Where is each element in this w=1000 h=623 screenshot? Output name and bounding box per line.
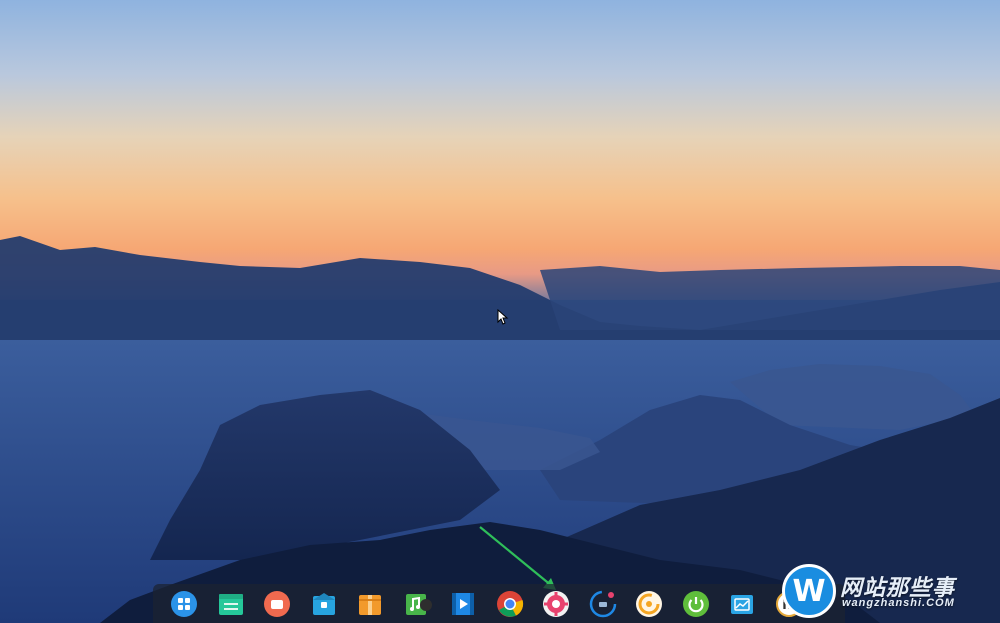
watermark-badge: W bbox=[782, 564, 836, 618]
dock-item-archive-manager[interactable] bbox=[347, 584, 394, 623]
dock-item-screen-recorder[interactable] bbox=[254, 584, 301, 623]
desktop: i9 W 网站那些事 wangzhanshi.COM bbox=[0, 0, 1000, 623]
dock-item-screenshot[interactable] bbox=[719, 584, 766, 623]
file-manager-icon bbox=[218, 593, 243, 615]
control-center-icon bbox=[543, 590, 570, 617]
dock-item-system-monitor[interactable] bbox=[580, 584, 627, 623]
dock-item-launcher[interactable] bbox=[161, 584, 208, 623]
app-store-icon bbox=[312, 592, 335, 615]
dock-item-control-center[interactable] bbox=[533, 584, 580, 623]
mouse-cursor-icon bbox=[497, 309, 509, 325]
system-monitor-icon bbox=[589, 590, 616, 617]
screenshot-icon bbox=[731, 594, 754, 614]
dock-item-music[interactable] bbox=[394, 584, 441, 623]
dock-item-file-manager[interactable] bbox=[208, 584, 255, 623]
watermark: W 网站那些事 wangzhanshi.COM bbox=[782, 563, 1000, 623]
watermark-url: wangzhanshi.COM bbox=[842, 597, 955, 609]
shutdown-icon bbox=[682, 590, 709, 617]
screen-recorder-icon bbox=[264, 590, 291, 617]
video-player-icon bbox=[452, 592, 475, 615]
sunshine-icon bbox=[636, 590, 663, 617]
dock-item-chrome[interactable] bbox=[487, 584, 534, 623]
dock-item-video-player[interactable] bbox=[440, 584, 487, 623]
dock-item-shutdown[interactable] bbox=[673, 584, 720, 623]
dock: i9 bbox=[153, 584, 845, 623]
dock-item-app-store[interactable] bbox=[301, 584, 348, 623]
music-icon bbox=[405, 593, 432, 615]
launcher-icon bbox=[171, 590, 198, 617]
chrome-icon bbox=[496, 590, 523, 617]
archive-manager-icon bbox=[359, 594, 382, 615]
dock-item-sunshine[interactable] bbox=[626, 584, 673, 623]
